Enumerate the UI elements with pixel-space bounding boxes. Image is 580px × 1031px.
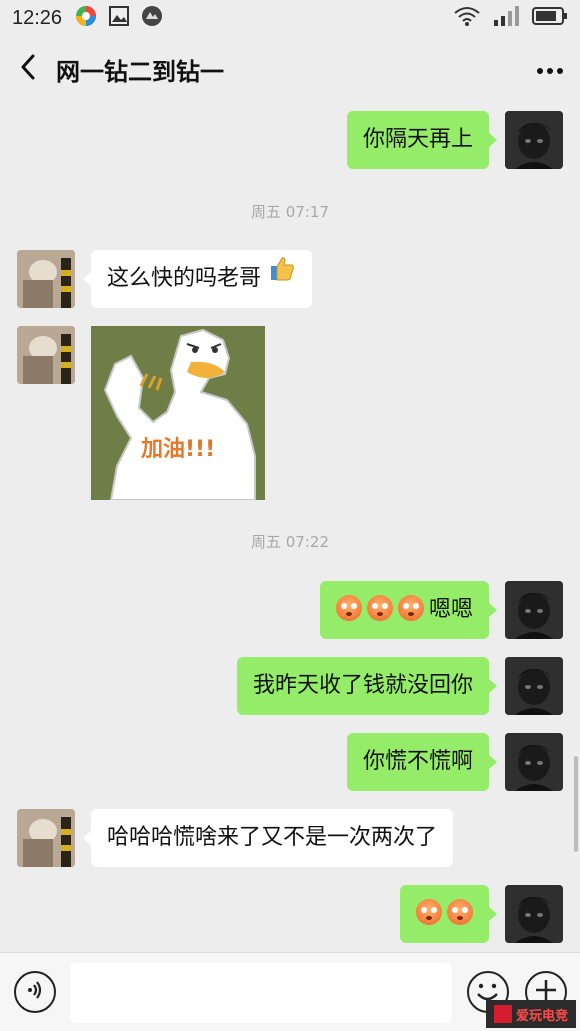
my-avatar[interactable] — [505, 111, 563, 169]
flushed-face-emoji-icon — [447, 899, 473, 925]
thumbs-up-icon — [268, 247, 296, 305]
message-bubble-outgoing[interactable]: 嗯嗯 — [319, 581, 498, 639]
flushed-face-emoji-icon — [416, 899, 442, 925]
message-bubble-incoming[interactable]: 这么快的吗老哥 — [82, 247, 313, 308]
contact-avatar[interactable] — [17, 326, 75, 384]
app-icon-2 — [140, 4, 164, 32]
more-dots-icon — [536, 60, 564, 79]
gallery-icon — [108, 5, 130, 31]
chat-header: 网一钻二到钻一 — [0, 36, 580, 102]
flushed-face-emoji-icon — [366, 595, 393, 621]
message-bubble-incoming[interactable]: 哈哈哈慌啥来了又不是一次两次了 — [82, 809, 454, 867]
voice-button[interactable] — [14, 971, 56, 1013]
more-button[interactable] — [520, 36, 580, 102]
message-text: 哈哈哈慌啥来了又不是一次两次了 — [107, 825, 438, 850]
message-text: 嗯嗯 — [428, 597, 473, 622]
message-text: 我昨天收了钱就没回你 — [252, 673, 473, 698]
sticker-text: 加油!!! — [140, 437, 215, 462]
status-time: 12:26 — [12, 6, 63, 29]
flushed-face-emoji-icon — [335, 595, 362, 621]
watermark-logo: 爱玩电竞 — [486, 1000, 576, 1028]
chat-message-list[interactable]: 你隔天再上 周五 07:17 这么快的吗老哥 加油!!! 周五 07:22 嗯嗯… — [0, 102, 580, 952]
my-avatar[interactable] — [505, 733, 563, 791]
back-button[interactable] — [0, 36, 56, 102]
signal-icon — [492, 5, 520, 31]
contact-avatar[interactable] — [17, 250, 75, 308]
message-input[interactable] — [70, 963, 452, 1023]
status-bar: 12:26 — [0, 0, 580, 36]
message-bubble-outgoing[interactable] — [400, 885, 497, 943]
chevron-left-icon — [18, 53, 38, 85]
watermark-logo-icon — [493, 1005, 512, 1023]
wifi-icon — [454, 6, 480, 30]
chat-title: 网一钻二到钻一 — [56, 57, 224, 86]
duck-sticker: 加油!!! — [91, 326, 265, 500]
message-bubble-outgoing[interactable]: 你慌不慌啊 — [346, 733, 498, 791]
message-text: 你慌不慌啊 — [362, 749, 473, 774]
my-avatar[interactable] — [505, 657, 563, 715]
message-text: 你隔天再上 — [362, 127, 473, 152]
sticker-image[interactable]: 加油!!! — [91, 326, 265, 500]
watermark-text: 爱玩电竞 — [515, 1008, 568, 1024]
message-bubble-outgoing[interactable]: 你隔天再上 — [346, 111, 498, 169]
message-timestamp: 周五 07:22 — [251, 533, 329, 551]
scrollbar[interactable] — [574, 756, 578, 852]
message-text: 这么快的吗老哥 — [107, 266, 262, 291]
message-timestamp: 周五 07:17 — [251, 203, 329, 221]
my-avatar[interactable] — [505, 581, 563, 639]
my-avatar[interactable] — [505, 885, 563, 943]
app-icon — [74, 4, 98, 32]
voice-icon — [24, 979, 46, 1005]
message-bubble-outgoing[interactable]: 我昨天收了钱就没回你 — [236, 657, 498, 715]
flushed-face-emoji-icon — [397, 595, 424, 621]
battery-icon — [532, 6, 568, 30]
contact-avatar[interactable] — [17, 809, 75, 867]
